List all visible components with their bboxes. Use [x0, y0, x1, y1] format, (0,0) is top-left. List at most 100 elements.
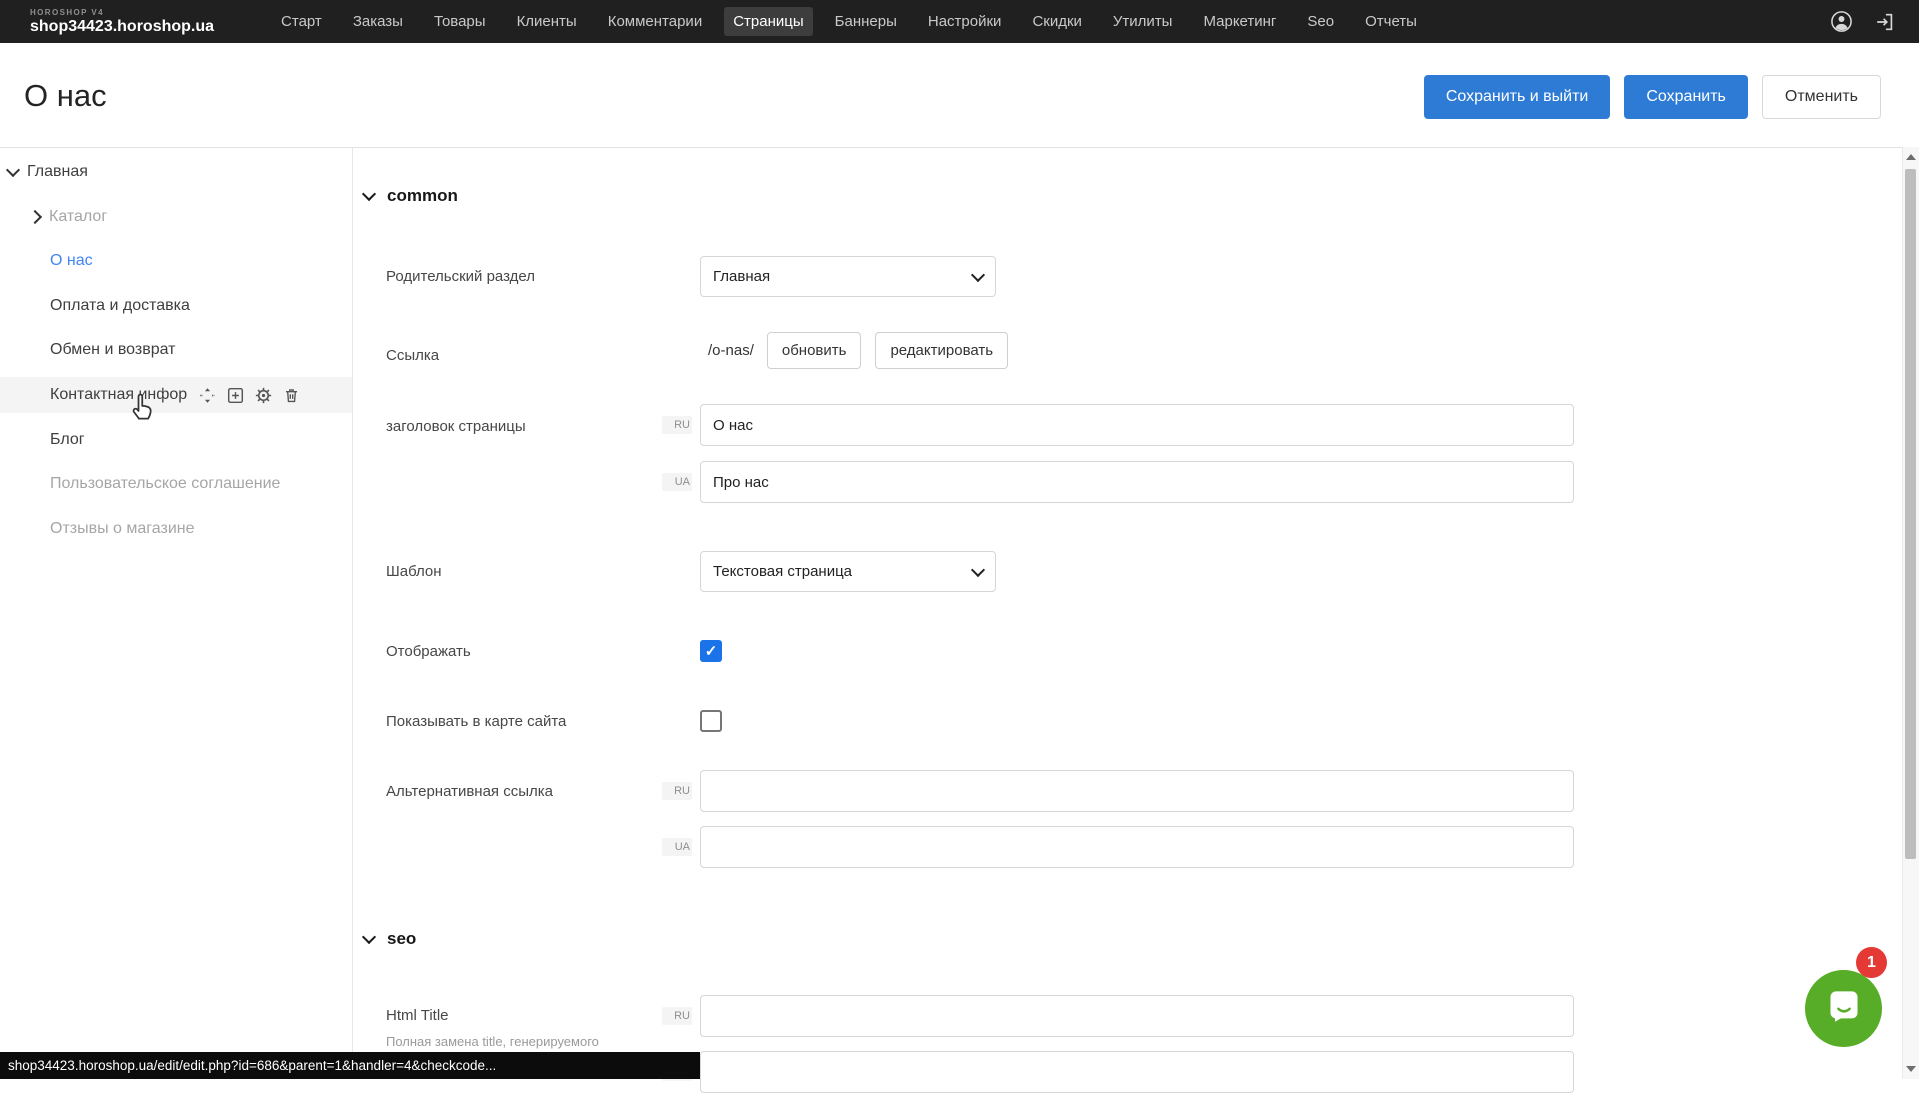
- page-title-ua-row: UA: [662, 461, 1574, 503]
- tree-item-label: Каталог: [49, 208, 107, 226]
- alt-link-label: Альтернативная ссылка: [386, 783, 553, 801]
- section-seo-label: seo: [387, 929, 416, 949]
- link-edit-button[interactable]: редактировать: [875, 332, 1008, 369]
- html-title-ru-row: RU: [662, 995, 1574, 1037]
- template-label: Шаблон: [386, 563, 442, 581]
- tree-item[interactable]: Оплата и доставка: [0, 288, 352, 324]
- lang-ru-tag: RU: [662, 782, 692, 800]
- header-buttons: Сохранить и выйти Сохранить Отменить: [1424, 75, 1881, 119]
- page-title-ru-row: RU: [662, 404, 1574, 446]
- section-common[interactable]: common: [364, 186, 458, 206]
- nav-item-клиенты[interactable]: Клиенты: [508, 7, 586, 36]
- sidebar-tree: Главная Каталог О нас Оплата и доставка Обме…: [0, 147, 352, 1079]
- html-title-label: Html Title: [386, 1007, 449, 1025]
- brand-version: HOROSHOP V4: [30, 9, 214, 17]
- link-value: /o-nas/: [708, 342, 754, 359]
- nav-item-старт[interactable]: Старт: [272, 7, 331, 36]
- chevron-down-icon: [971, 267, 985, 281]
- page-title-field-label: заголовок страницы: [386, 418, 526, 436]
- template-select[interactable]: Текстовая страница: [700, 551, 996, 592]
- brand-logo[interactable]: HOROSHOP V4 shop34423.horoshop.ua: [30, 9, 214, 35]
- sitemap-checkbox[interactable]: [700, 710, 722, 732]
- add-icon[interactable]: [227, 387, 244, 404]
- alt-link-ru-input[interactable]: [700, 770, 1574, 812]
- link-row: /o-nas/ обновить редактировать: [708, 332, 1008, 369]
- save-and-exit-button[interactable]: Сохранить и выйти: [1424, 75, 1611, 119]
- parent-section-select[interactable]: Главная: [700, 256, 996, 297]
- tree-item-label: Отзывы о магазине: [50, 520, 195, 538]
- tree-item[interactable]: Блог: [0, 422, 352, 458]
- scrollbar-thumb[interactable]: [1905, 169, 1916, 859]
- tree-item-label: Главная: [27, 163, 88, 181]
- tree-item[interactable]: Обмен и возврат: [0, 332, 352, 368]
- nav-right: [1829, 10, 1897, 34]
- parent-section-value: Главная: [713, 268, 770, 285]
- nav-item-скидки[interactable]: Скидки: [1023, 7, 1090, 36]
- tree-item-label: Контактная инфор: [50, 386, 187, 404]
- link-refresh-button[interactable]: обновить: [767, 332, 862, 369]
- parent-section-label: Родительский раздел: [386, 268, 535, 286]
- nav-item-маркетинг[interactable]: Маркетинг: [1194, 7, 1285, 36]
- html-title-ua-row: UA: [662, 1051, 1574, 1093]
- status-url-text: shop34423.horoshop.ua/edit/edit.php?id=6…: [8, 1058, 496, 1073]
- save-button[interactable]: Сохранить: [1624, 75, 1748, 119]
- html-title-ua-input[interactable]: [700, 1051, 1574, 1093]
- tree-item-label: О нас: [50, 252, 93, 270]
- page-title: О нас: [24, 79, 107, 113]
- display-checkbox[interactable]: ✓: [700, 640, 722, 662]
- tree-item[interactable]: Контактная инфор: [0, 377, 352, 413]
- sitemap-label: Показывать в карте сайта: [386, 713, 566, 731]
- brand-domain: shop34423.horoshop.ua: [30, 19, 214, 35]
- nav-item-настройки[interactable]: Настройки: [919, 7, 1011, 36]
- scroll-up-arrow-icon[interactable]: [1906, 154, 1916, 160]
- tree-item-label: Блог: [50, 431, 85, 449]
- lang-ua-tag: UA: [662, 838, 692, 856]
- nav-item-баннеры[interactable]: Баннеры: [826, 7, 906, 36]
- page-title-ua-input[interactable]: [700, 461, 1574, 503]
- top-navbar: HOROSHOP V4 shop34423.horoshop.ua Старт З…: [0, 0, 1919, 43]
- chevron-right-icon: [28, 210, 42, 224]
- lang-ru-tag: RU: [662, 416, 692, 434]
- nav-item-утилиты[interactable]: Утилиты: [1104, 7, 1182, 36]
- section-seo[interactable]: seo: [364, 929, 416, 949]
- chevron-down-icon: [362, 187, 376, 201]
- nav-item-товары[interactable]: Товары: [425, 7, 495, 36]
- alt-link-ua-row: UA: [662, 826, 1574, 868]
- alt-link-ru-row: RU: [662, 770, 1574, 812]
- tree-item-label: Обмен и возврат: [50, 341, 175, 359]
- chat-bubble-icon: [1826, 988, 1862, 1029]
- user-account-icon[interactable]: [1829, 10, 1853, 34]
- chat-widget-button[interactable]: [1805, 970, 1882, 1047]
- settings-icon[interactable]: [255, 387, 272, 404]
- nav-item-комментарии[interactable]: Комментарии: [599, 7, 711, 36]
- cancel-button[interactable]: Отменить: [1762, 75, 1881, 119]
- html-title-hint: Полная замена title, генерируемого: [386, 1034, 599, 1049]
- logout-icon[interactable]: [1873, 10, 1897, 34]
- tree-item-actions: [199, 387, 300, 404]
- chevron-down-icon: [6, 163, 20, 177]
- page-edit-form: common Родительский раздел Главная Ссылк…: [353, 147, 1902, 1079]
- vertical-scrollbar[interactable]: [1902, 147, 1919, 1079]
- tree-item[interactable]: Каталог: [0, 199, 352, 235]
- section-common-label: common: [387, 186, 458, 206]
- nav-item-заказы[interactable]: Заказы: [344, 7, 412, 36]
- html-title-ru-input[interactable]: [700, 995, 1574, 1037]
- move-icon[interactable]: [199, 387, 216, 404]
- delete-icon[interactable]: [283, 387, 300, 404]
- scroll-down-arrow-icon[interactable]: [1906, 1066, 1916, 1072]
- page-title-ru-input[interactable]: [700, 404, 1574, 446]
- tree-item[interactable]: О нас: [0, 243, 352, 279]
- alt-link-ua-input[interactable]: [700, 826, 1574, 868]
- nav-item-seo[interactable]: Seo: [1298, 7, 1343, 36]
- tree-item[interactable]: Пользовательское соглашение: [0, 466, 352, 502]
- lang-ua-tag: UA: [662, 473, 692, 491]
- tree-item[interactable]: Отзывы о магазине: [0, 511, 352, 547]
- nav-item-страницы[interactable]: Страницы: [724, 7, 812, 36]
- tree-item-label: Пользовательское соглашение: [50, 475, 280, 493]
- tree-item[interactable]: Главная: [0, 154, 352, 190]
- tree-item-label: Оплата и доставка: [50, 297, 190, 315]
- nav-item-отчеты[interactable]: Отчеты: [1356, 7, 1426, 36]
- display-label: Отображать: [386, 643, 471, 661]
- link-label: Ссылка: [386, 347, 439, 365]
- chat-unread-badge: 1: [1856, 947, 1887, 978]
